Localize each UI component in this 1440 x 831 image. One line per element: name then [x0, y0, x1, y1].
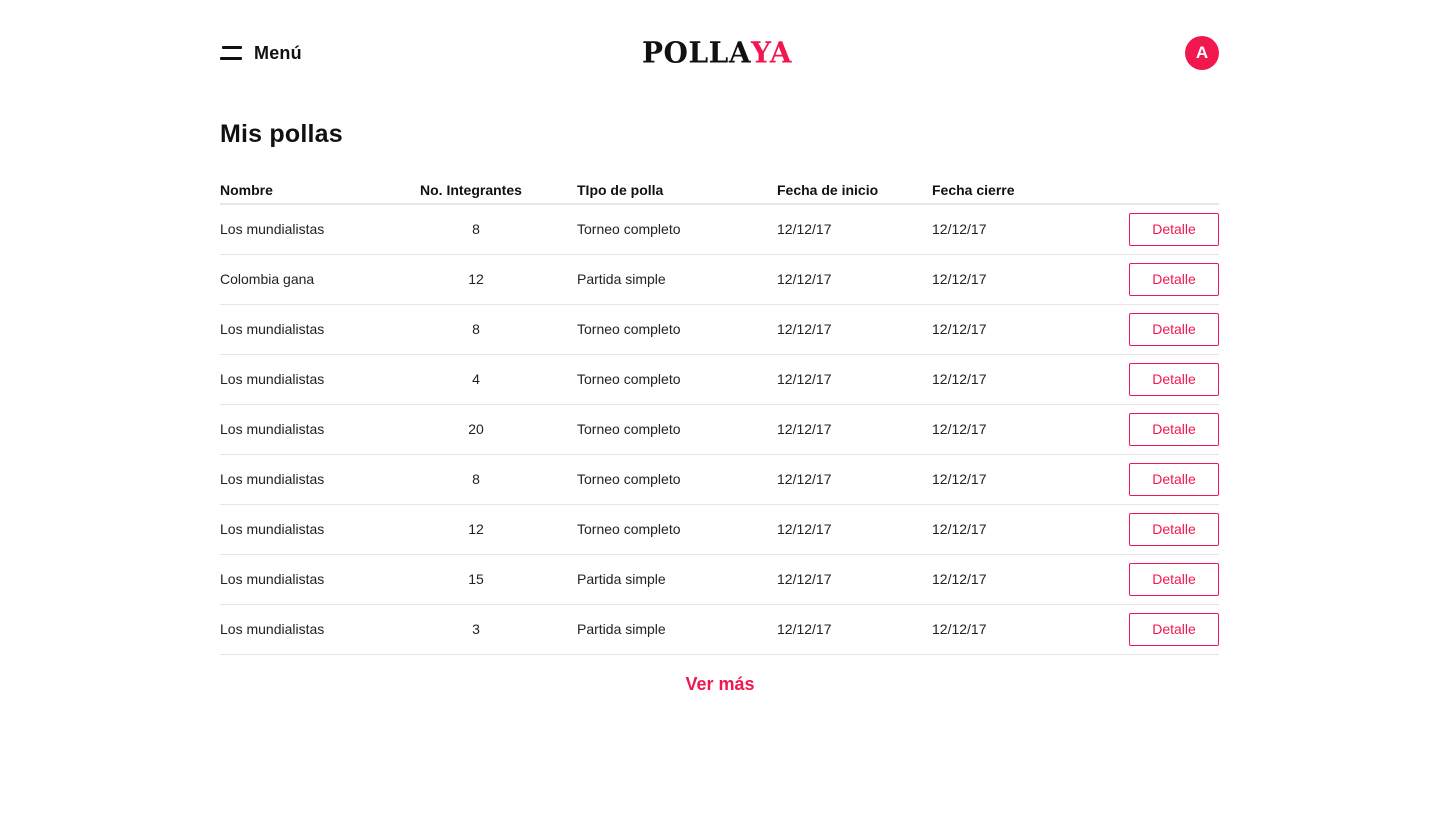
- logo-text-ya: YA: [751, 34, 792, 70]
- table-row: Los mundialistas 8 Torneo completo 12/12/17…: [220, 205, 1219, 255]
- detalle-button[interactable]: Detalle: [1129, 463, 1219, 496]
- user-avatar[interactable]: A: [1185, 36, 1219, 70]
- cell-integrantes: 8: [472, 321, 480, 337]
- cell-integrantes: 8: [472, 221, 480, 237]
- cell-fecha-inicio: 12/12/17: [777, 221, 832, 237]
- menu-button[interactable]: Menú: [220, 38, 302, 68]
- table-row: Los mundialistas 12 Torneo completo 12/12/1…: [220, 505, 1219, 555]
- cell-nombre: Colombia gana: [220, 271, 315, 287]
- table-row: Los mundialistas 8 Torneo completo 12/12/17…: [220, 455, 1219, 505]
- cell-tipo: Torneo completo: [577, 471, 681, 487]
- cell-integrantes: 15: [468, 571, 484, 587]
- cell-tipo: Torneo completo: [577, 421, 681, 437]
- table-body: Los mundialistas 8 Torneo completo 12/12/17…: [220, 205, 1219, 655]
- cell-nombre: Los mundialistas: [220, 371, 325, 387]
- cell-fecha-inicio: 12/12/17: [777, 471, 832, 487]
- table-row: Los mundialistas 4 Torneo completo 12/12/17…: [220, 355, 1219, 405]
- detalle-button[interactable]: Detalle: [1129, 313, 1219, 346]
- cell-tipo: Partida simple: [577, 271, 666, 287]
- logo-text-polla: POLLA: [642, 34, 752, 70]
- cell-tipo: Torneo completo: [577, 321, 681, 337]
- cell-integrantes: 20: [468, 421, 484, 437]
- hamburger-icon[interactable]: [220, 45, 242, 61]
- cell-tipo: Partida simple: [577, 571, 666, 587]
- top-header: Menú POLLA YA A: [0, 0, 1440, 100]
- cell-fecha-inicio: 12/12/17: [777, 371, 832, 387]
- cell-nombre: Los mundialistas: [220, 571, 325, 587]
- menu-label[interactable]: Menú: [254, 43, 302, 64]
- cell-integrantes: 3: [472, 621, 480, 637]
- detalle-button[interactable]: Detalle: [1129, 263, 1219, 296]
- column-header-nombre: Nombre: [220, 182, 273, 198]
- table-header: Nombre No. Integrantes TIpo de polla Fec…: [220, 172, 1219, 205]
- detalle-button[interactable]: Detalle: [1129, 413, 1219, 446]
- cell-fecha-inicio: 12/12/17: [777, 271, 832, 287]
- table-row: Los mundialistas 20 Torneo completo 12/12/1…: [220, 405, 1219, 455]
- table-row: Colombia gana 12 Partida simple 12/12/17 12/…: [220, 255, 1219, 305]
- cell-fecha-inicio: 12/12/17: [777, 621, 832, 637]
- ver-mas-link[interactable]: Ver más: [0, 674, 1440, 695]
- cell-fecha-inicio: 12/12/17: [777, 571, 832, 587]
- cell-nombre: Los mundialistas: [220, 221, 325, 237]
- cell-nombre: Los mundialistas: [220, 321, 325, 337]
- column-header-cierre: Fecha cierre: [932, 182, 1015, 198]
- cell-nombre: Los mundialistas: [220, 471, 325, 487]
- cell-fecha-cierre: 12/12/17: [932, 621, 987, 637]
- cell-fecha-inicio: 12/12/17: [777, 521, 832, 537]
- column-header-integrantes: No. Integrantes: [420, 182, 522, 198]
- cell-fecha-cierre: 12/12/17: [932, 221, 987, 237]
- page-title: Mis pollas: [220, 120, 343, 148]
- cell-tipo: Torneo completo: [577, 371, 681, 387]
- cell-integrantes: 8: [472, 471, 480, 487]
- column-header-inicio: Fecha de inicio: [777, 182, 879, 198]
- cell-fecha-inicio: 12/12/17: [777, 321, 832, 337]
- detalle-button[interactable]: Detalle: [1129, 563, 1219, 596]
- cell-fecha-cierre: 12/12/17: [932, 571, 987, 587]
- detalle-button[interactable]: Detalle: [1129, 513, 1219, 546]
- brand-logo[interactable]: POLLA YA: [642, 31, 792, 73]
- cell-fecha-cierre: 12/12/17: [932, 321, 987, 337]
- cell-tipo: Torneo completo: [577, 221, 681, 237]
- cell-integrantes: 12: [468, 271, 484, 287]
- cell-fecha-inicio: 12/12/17: [777, 421, 832, 437]
- cell-fecha-cierre: 12/12/17: [932, 421, 987, 437]
- cell-nombre: Los mundialistas: [220, 521, 325, 537]
- cell-nombre: Los mundialistas: [220, 421, 325, 437]
- detalle-button[interactable]: Detalle: [1129, 363, 1219, 396]
- cell-nombre: Los mundialistas: [220, 621, 325, 637]
- cell-fecha-cierre: 12/12/17: [932, 471, 987, 487]
- pollas-table: Nombre No. Integrantes TIpo de polla Fec…: [220, 172, 1219, 655]
- detalle-button[interactable]: Detalle: [1129, 213, 1219, 246]
- cell-integrantes: 12: [468, 521, 484, 537]
- cell-tipo: Torneo completo: [577, 521, 681, 537]
- cell-tipo: Partida simple: [577, 621, 666, 637]
- cell-fecha-cierre: 12/12/17: [932, 521, 987, 537]
- detalle-button[interactable]: Detalle: [1129, 613, 1219, 646]
- table-row: Los mundialistas 3 Partida simple 12/12/17 1…: [220, 605, 1219, 655]
- column-header-tipo: TIpo de polla: [577, 182, 664, 198]
- table-row: Los mundialistas 15 Partida simple 12/12/17…: [220, 555, 1219, 605]
- page: Menú POLLA YA A Mis pollas Nombre No. Int…: [0, 0, 1440, 831]
- table-row: Los mundialistas 8 Torneo completo 12/12/17…: [220, 305, 1219, 355]
- cell-integrantes: 4: [472, 371, 480, 387]
- cell-fecha-cierre: 12/12/17: [932, 371, 987, 387]
- cell-fecha-cierre: 12/12/17: [932, 271, 987, 287]
